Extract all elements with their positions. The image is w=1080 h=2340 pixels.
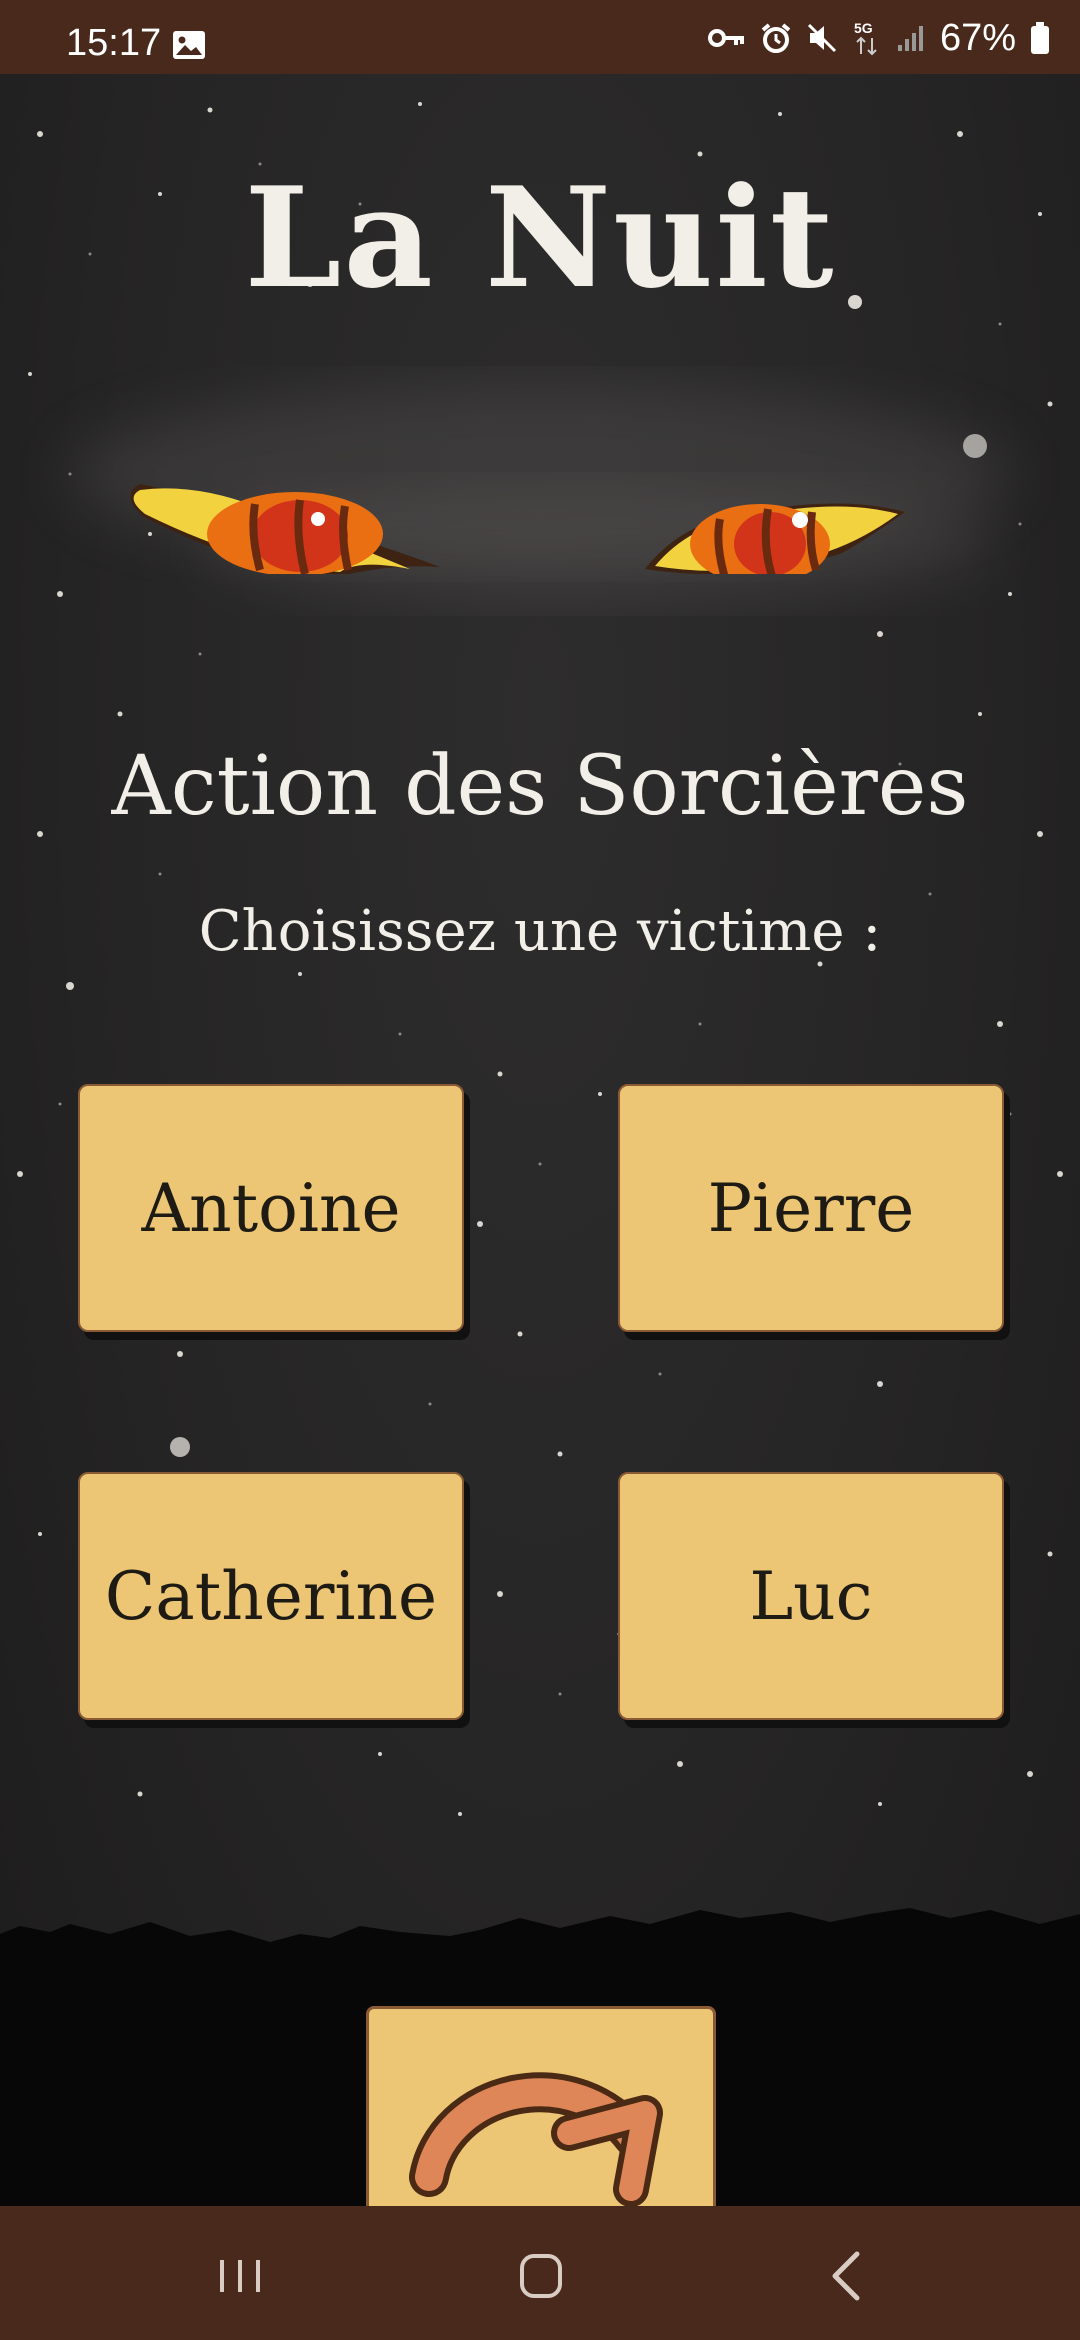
back-icon[interactable] xyxy=(805,2246,885,2306)
home-icon[interactable] xyxy=(500,2246,580,2306)
victim-prompt: Choisissez une victime : xyxy=(198,899,882,964)
page-title: La Nuit xyxy=(244,156,836,319)
victim-button-catherine[interactable]: Catherine xyxy=(78,1472,464,1720)
key-icon xyxy=(707,29,744,47)
action-heading: Action des Sorcières xyxy=(111,739,969,834)
refresh-icon xyxy=(409,2072,663,2206)
battery-icon xyxy=(1031,22,1049,54)
mute-icon xyxy=(807,23,836,53)
night-scene: La Nuit Action des Sorcières Choisissez … xyxy=(0,74,1080,2206)
signal-icon xyxy=(897,26,923,51)
victim-button-antoine[interactable]: Antoine xyxy=(78,1084,464,1332)
navigation-bar xyxy=(0,2206,1080,2340)
victim-button-luc[interactable]: Luc xyxy=(618,1472,1004,1720)
status-time: 15:17 xyxy=(66,22,162,64)
status-bar: 15:17 5G 67% xyxy=(0,0,1080,74)
status-icons: 5G 67% xyxy=(707,17,1050,59)
alarm-icon xyxy=(761,23,791,53)
recent-apps-icon[interactable] xyxy=(200,2246,280,2306)
image-icon xyxy=(173,31,205,59)
network-5g-icon: 5G xyxy=(854,20,877,56)
app-screen: 15:17 5G 67% La Nuit Action des Sorcière… xyxy=(0,0,1080,2340)
cat-eyes-illustration xyxy=(130,484,905,574)
battery-percentage: 67% xyxy=(939,17,1016,59)
refresh-button[interactable] xyxy=(366,2006,716,2206)
svg-text:5G: 5G xyxy=(854,20,873,36)
victim-button-pierre[interactable]: Pierre xyxy=(618,1084,1004,1332)
